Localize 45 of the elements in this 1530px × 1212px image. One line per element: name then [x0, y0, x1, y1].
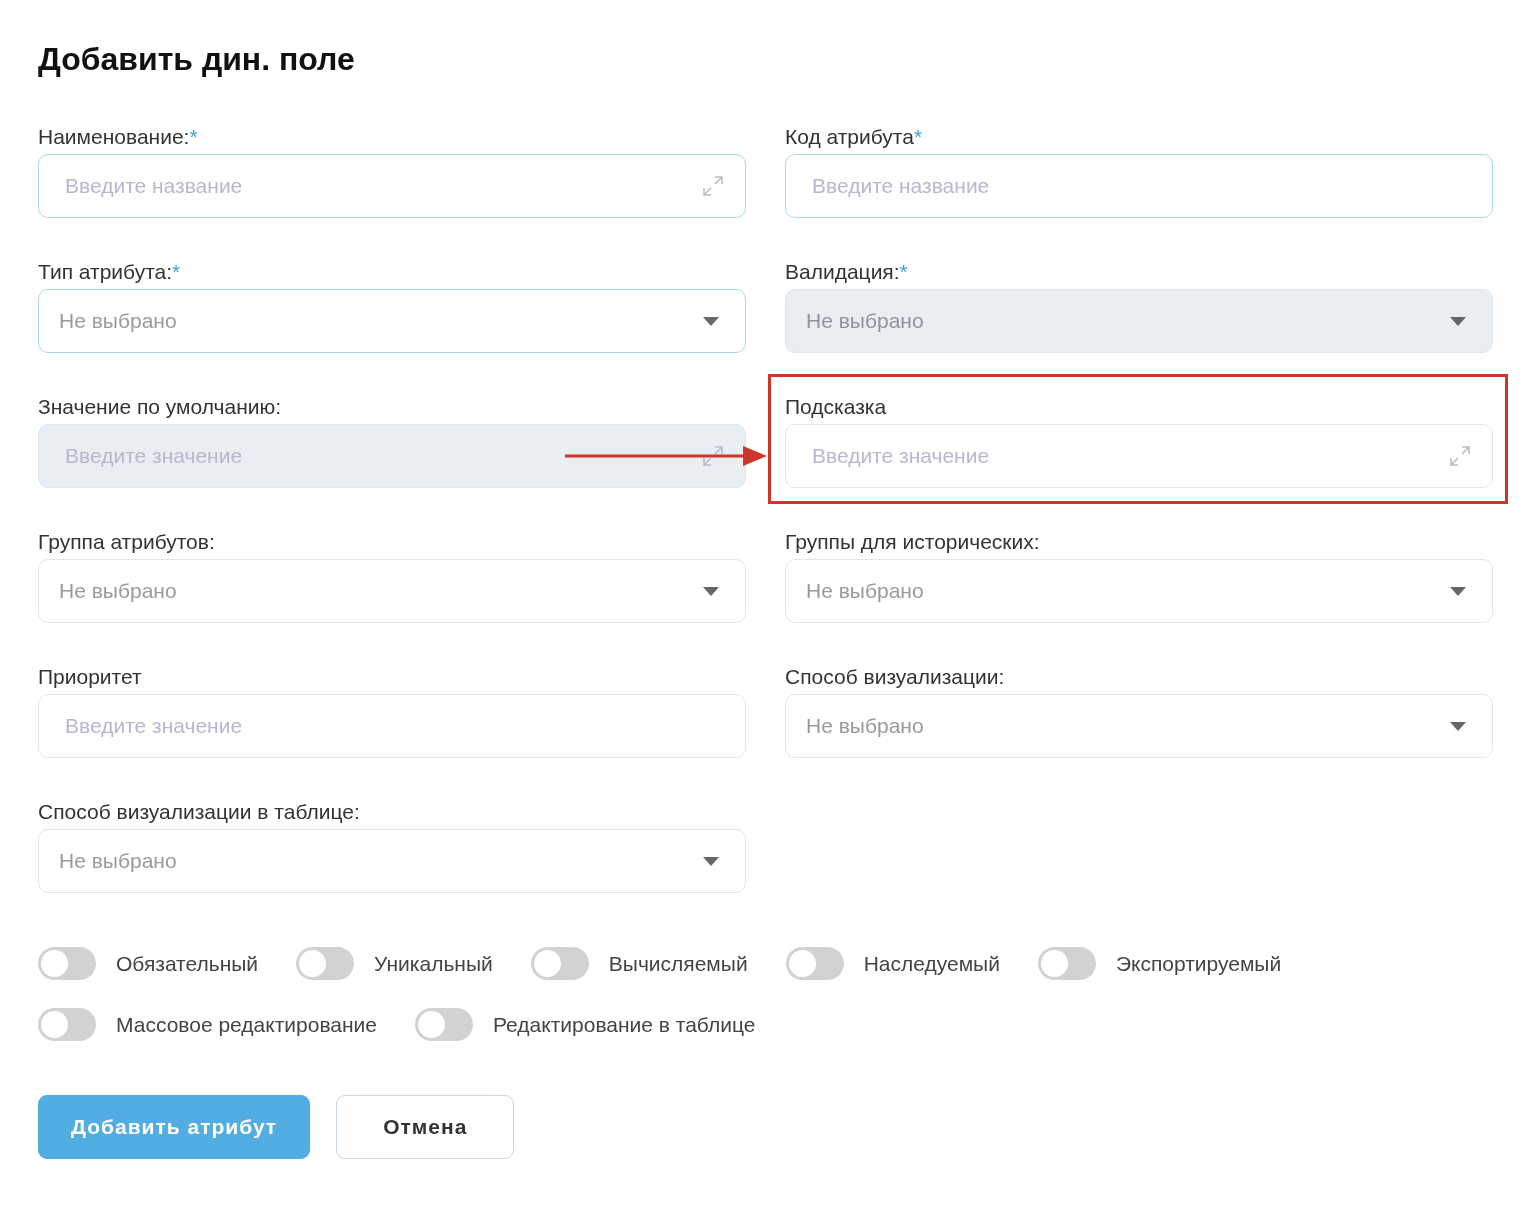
- toggle-label: Наследуемый: [863, 951, 1000, 976]
- caret-icon: [703, 316, 719, 326]
- caret-icon: [1450, 721, 1466, 731]
- input-field[interactable]: Введите значение: [785, 424, 1493, 488]
- dropdown-field[interactable]: Не выбрано: [38, 559, 746, 623]
- toggle-label: Вычисляемый: [608, 951, 748, 976]
- toggle-switch[interactable]: [38, 1008, 96, 1041]
- toggle-switch[interactable]: [296, 947, 355, 980]
- field-label: Приоритет: [38, 666, 143, 688]
- field-label: Подсказка: [785, 396, 888, 418]
- expand-icon[interactable]: [1449, 445, 1471, 467]
- input-field[interactable]: Введите название: [38, 154, 746, 218]
- toggle-switch[interactable]: [415, 1008, 473, 1041]
- field-label: Тип атрибута:*: [38, 261, 182, 283]
- toggle-switch[interactable]: [38, 947, 96, 980]
- field-label: Группы для исторических:: [785, 531, 1041, 553]
- expand-icon[interactable]: [702, 175, 724, 197]
- toggle-label: Уникальный: [374, 951, 493, 976]
- dropdown-field[interactable]: Не выбрано: [38, 289, 746, 353]
- caret-icon: [1450, 316, 1466, 326]
- add-button[interactable]: Добавить атрибут: [38, 1095, 311, 1159]
- caret-icon: [703, 856, 719, 866]
- caret-icon: [703, 586, 719, 596]
- field-label: Валидация:*: [785, 261, 909, 283]
- toggle-label: Обязательный: [116, 951, 259, 976]
- dialog-title: Добавить дин. поле: [38, 40, 356, 79]
- field-label: Код атрибута*: [785, 126, 924, 148]
- cancel-button[interactable]: Отмена: [336, 1095, 515, 1159]
- toggle-switch[interactable]: [530, 947, 589, 980]
- toggle-switch[interactable]: [1037, 947, 1096, 980]
- field-label: Наименование:*: [38, 126, 199, 148]
- toggle-label: Редактирование в таблице: [493, 1012, 756, 1037]
- field-label: Значение по умолчанию:: [38, 396, 283, 418]
- dropdown-field[interactable]: Не выбрано: [785, 559, 1493, 623]
- dropdown-field[interactable]: Не выбрано: [785, 694, 1493, 758]
- caret-icon: [1450, 586, 1466, 596]
- toggle-switch[interactable]: [785, 947, 844, 980]
- input-field[interactable]: Введите название: [785, 154, 1493, 218]
- toggle-label: Массовое редактирование: [116, 1012, 377, 1037]
- dropdown-field[interactable]: Не выбрано: [38, 829, 746, 893]
- field-label: Группа атрибутов:: [38, 531, 216, 553]
- toggle-label: Экспортируемый: [1115, 951, 1282, 976]
- field-label: Способ визуализации:: [785, 666, 1006, 688]
- input-field[interactable]: Введите значение: [38, 694, 746, 758]
- field-label: Способ визуализации в таблице:: [38, 801, 361, 823]
